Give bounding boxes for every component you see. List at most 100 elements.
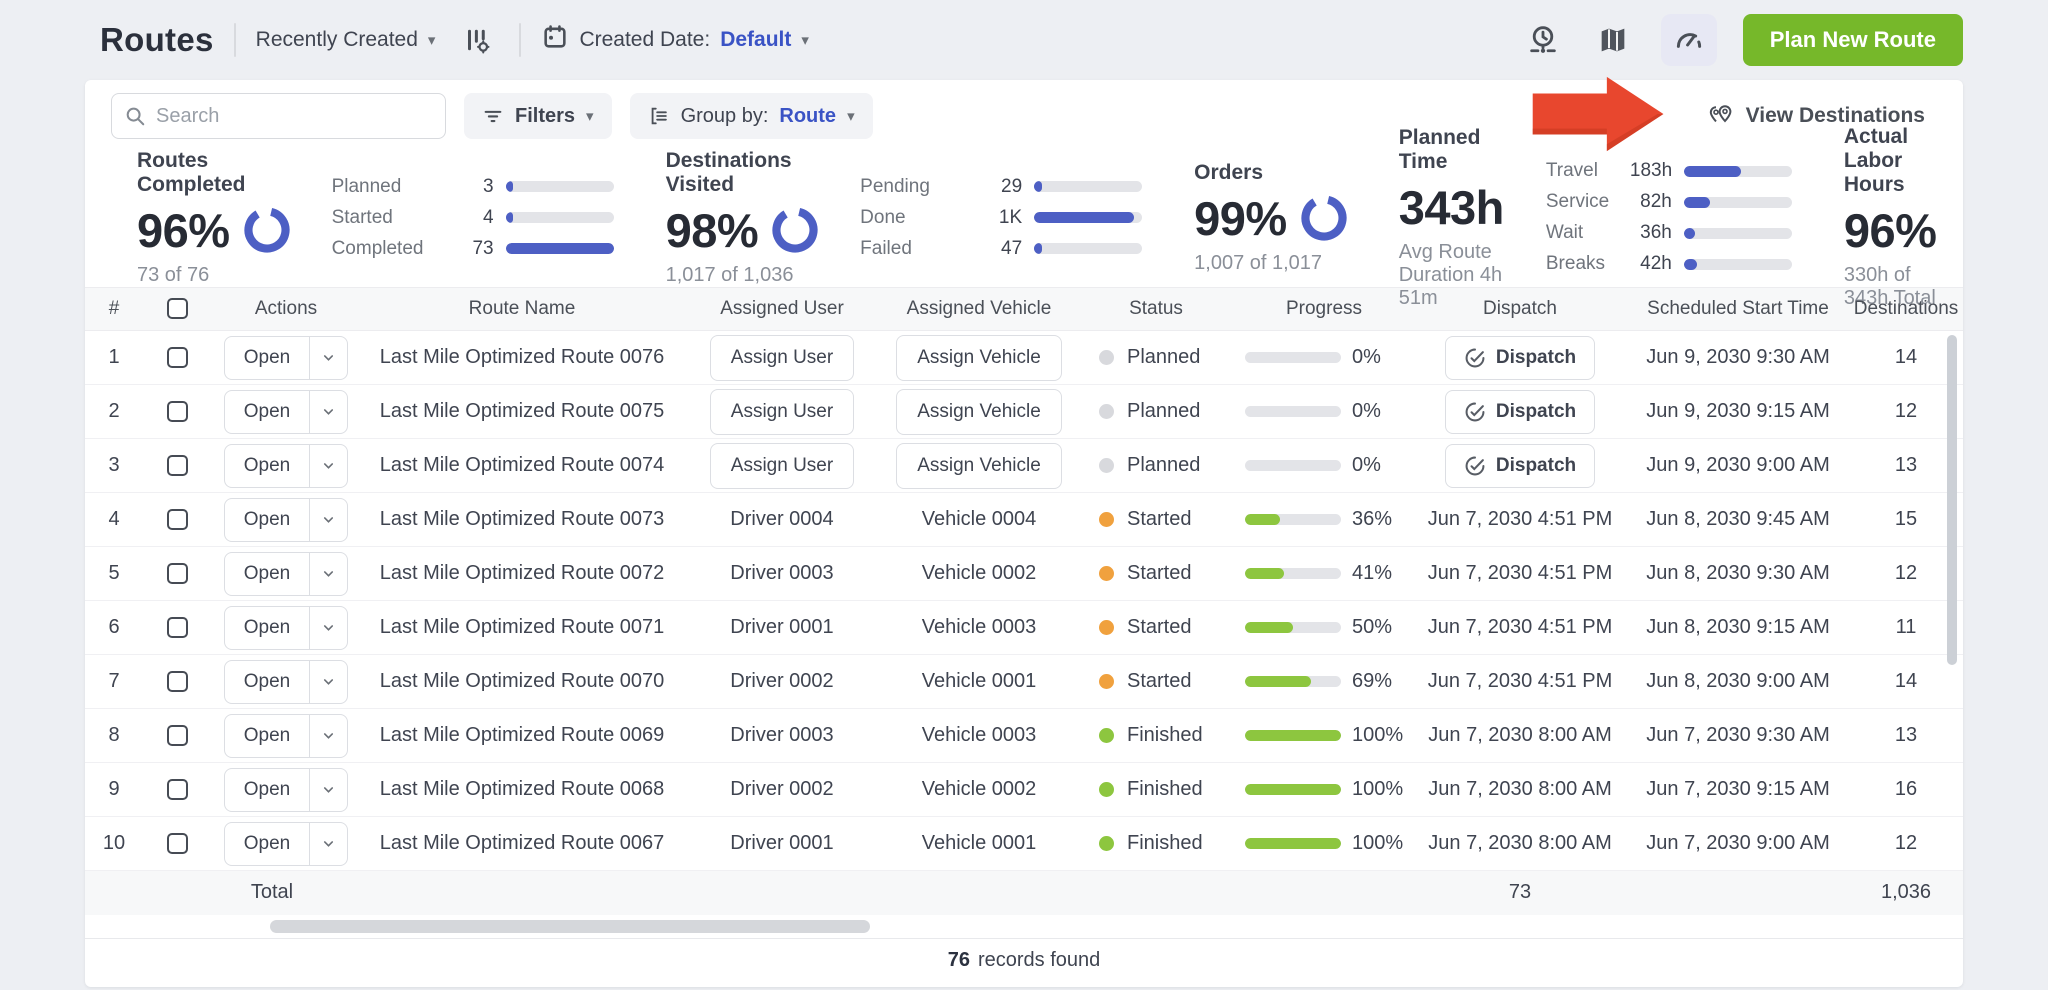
kpi-bar-label: Pending <box>860 176 968 198</box>
dispatch-time: Jun 7, 2030 4:51 PM <box>1428 562 1613 584</box>
completion-donut-icon <box>244 207 290 253</box>
select-all-checkbox[interactable] <box>167 298 188 319</box>
chevron-down-icon[interactable] <box>309 337 347 379</box>
destinations-count: 14 <box>1849 655 1963 709</box>
row-checkbox[interactable] <box>167 509 188 530</box>
dispatch-button[interactable]: Dispatch <box>1445 336 1595 380</box>
chevron-down-icon[interactable] <box>309 445 347 487</box>
assigned-user[interactable]: Assign User <box>710 389 854 435</box>
total-label: Total <box>85 871 361 915</box>
status-label: Started <box>1127 616 1191 639</box>
kpi-bar-value: 29 <box>980 176 1022 198</box>
row-checkbox[interactable] <box>167 725 188 746</box>
dispatch-button[interactable]: Dispatch <box>1445 390 1595 434</box>
kpi-bar-label: Done <box>860 207 968 229</box>
chevron-down-icon[interactable] <box>309 553 347 595</box>
chevron-down-icon[interactable] <box>309 499 347 541</box>
kpi-bar-label: Wait <box>1546 222 1618 244</box>
progress-bar <box>1245 676 1341 687</box>
kpi-bar-row: Wait36h <box>1546 222 1792 244</box>
open-button[interactable]: Open <box>224 768 348 812</box>
open-button[interactable]: Open <box>224 606 348 650</box>
chevron-down-icon[interactable] <box>309 715 347 757</box>
open-button[interactable]: Open <box>224 660 348 704</box>
open-button[interactable]: Open <box>224 336 348 380</box>
dispatch-button[interactable]: Dispatch <box>1445 444 1595 488</box>
scheduled-start-time: Jun 7, 2030 9:30 AM <box>1627 709 1849 763</box>
columns-settings-icon[interactable] <box>455 18 499 62</box>
assigned-vehicle: Vehicle 0003 <box>922 616 1037 638</box>
main-card: Filters ▾ Group by: Route ▾ <box>85 80 1963 987</box>
chevron-down-icon[interactable] <box>309 391 347 433</box>
dispatch-time: Jun 7, 2030 8:00 AM <box>1428 724 1611 746</box>
horizontal-scrollbar-thumb[interactable] <box>270 920 870 933</box>
kpi-value: 99% <box>1194 191 1287 246</box>
assigned-user[interactable]: Assign User <box>710 443 854 489</box>
table-row: 3 Open Last Mile Optimized Route 0074 As… <box>85 439 1963 493</box>
table-row: 5 Open Last Mile Optimized Route 0072 Dr… <box>85 547 1963 601</box>
assigned-user[interactable]: Assign User <box>710 335 854 381</box>
scheduled-start-time: Jun 8, 2030 9:30 AM <box>1627 547 1849 601</box>
assigned-vehicle[interactable]: Assign Vehicle <box>896 443 1062 489</box>
row-checkbox[interactable] <box>167 617 188 638</box>
row-number: 5 <box>85 547 143 601</box>
progress-value: 100% <box>1352 778 1403 801</box>
kpi-bar-row: Completed73 <box>332 238 614 260</box>
kpi-bar-row: Pending 29 <box>860 176 1142 198</box>
open-button[interactable]: Open <box>224 498 348 542</box>
assigned-vehicle: Vehicle 0002 <box>922 562 1037 584</box>
progress-value: 100% <box>1352 832 1403 855</box>
created-date-filter[interactable]: Created Date: Default ▾ <box>541 23 808 57</box>
chevron-down-icon[interactable] <box>309 661 347 703</box>
open-button[interactable]: Open <box>224 444 348 488</box>
status-dot <box>1099 512 1114 527</box>
open-button[interactable]: Open <box>224 714 348 758</box>
map-icon[interactable] <box>1591 18 1635 62</box>
location-history-icon[interactable] <box>1521 18 1565 62</box>
group-by-icon <box>648 105 670 127</box>
status-label: Planned <box>1127 454 1200 477</box>
sort-dropdown[interactable]: Recently Created ▾ <box>256 28 436 52</box>
status-label: Planned <box>1127 400 1200 423</box>
kpi-bar-track <box>506 243 614 254</box>
chevron-down-icon[interactable] <box>309 769 347 811</box>
group-by-value: Route <box>779 105 836 128</box>
assigned-vehicle: Vehicle 0002 <box>922 778 1037 800</box>
chevron-down-icon[interactable] <box>309 607 347 649</box>
destinations-count: 14 <box>1849 331 1963 385</box>
destinations-count: 13 <box>1849 439 1963 493</box>
row-checkbox[interactable] <box>167 401 188 422</box>
chevron-down-icon[interactable] <box>309 823 347 865</box>
table-body: 1 Open Last Mile Optimized Route 0076 As… <box>85 331 1963 871</box>
assigned-vehicle[interactable]: Assign Vehicle <box>896 335 1062 381</box>
progress-bar <box>1245 352 1341 363</box>
row-checkbox[interactable] <box>167 779 188 800</box>
row-checkbox[interactable] <box>167 671 188 692</box>
assigned-vehicle[interactable]: Assign Vehicle <box>896 389 1062 435</box>
col-header-progress: Progress <box>1235 288 1413 331</box>
open-button[interactable]: Open <box>224 552 348 596</box>
open-label: Open <box>225 499 309 541</box>
route-name: Last Mile Optimized Route 0068 <box>361 763 683 817</box>
open-button[interactable]: Open <box>224 822 348 866</box>
row-checkbox[interactable] <box>167 347 188 368</box>
assigned-user: Driver 0001 <box>730 832 833 854</box>
kpi-bar-label: Started <box>332 207 440 229</box>
search-input[interactable] <box>111 93 446 139</box>
view-destinations-button[interactable]: View Destinations <box>1706 103 1925 129</box>
row-checkbox[interactable] <box>167 563 188 584</box>
dispatch-check-icon <box>1464 401 1486 423</box>
table-row: 4 Open Last Mile Optimized Route 0073 Dr… <box>85 493 1963 547</box>
top-right-icons: Plan New Route <box>1521 14 1963 66</box>
row-checkbox[interactable] <box>167 833 188 854</box>
kpi-orders: Orders 99% 1,007 of 1,017 <box>1168 158 1373 277</box>
open-label: Open <box>225 391 309 433</box>
dashboard-gauge-icon[interactable] <box>1661 14 1717 66</box>
filters-button[interactable]: Filters ▾ <box>464 93 612 139</box>
filter-icon <box>482 105 504 127</box>
plan-new-route-button[interactable]: Plan New Route <box>1743 14 1963 66</box>
vertical-scrollbar-thumb[interactable] <box>1947 335 1957 665</box>
row-checkbox[interactable] <box>167 455 188 476</box>
group-by-button[interactable]: Group by: Route ▾ <box>630 93 873 139</box>
open-button[interactable]: Open <box>224 390 348 434</box>
